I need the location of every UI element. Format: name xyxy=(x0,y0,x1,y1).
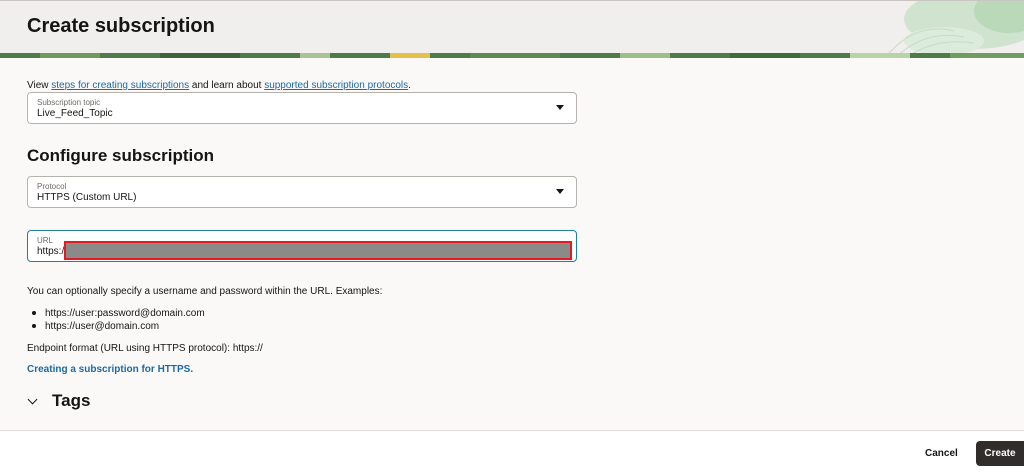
tags-heading: Tags xyxy=(52,391,91,410)
intro-suffix: . xyxy=(408,80,411,91)
example-url: https://user:password@domain.com xyxy=(45,308,205,319)
configure-subscription-heading: Configure subscription xyxy=(27,146,214,165)
creating-subscription-https-link[interactable]: Creating a subscription for HTTPS. xyxy=(27,364,193,375)
protocol-value: HTTPS (Custom URL) xyxy=(37,192,137,203)
steps-for-creating-subscriptions-link[interactable]: steps for creating subscriptions xyxy=(51,80,189,91)
bullet-icon xyxy=(32,324,36,328)
subscription-topic-select[interactable]: Subscription topic Live_Feed_Topic xyxy=(27,92,577,124)
intro-middle: and learn about xyxy=(189,80,265,91)
subscription-topic-label: Subscription topic xyxy=(37,98,101,107)
redacted-url-overlay xyxy=(64,241,572,260)
header-decoration xyxy=(884,1,1024,58)
intro-text: View steps for creating subscriptions an… xyxy=(27,80,411,91)
url-label: URL xyxy=(37,236,54,245)
example-url: https://user@domain.com xyxy=(45,321,160,332)
supported-protocols-link[interactable]: supported subscription protocols xyxy=(264,80,408,91)
url-input[interactable]: URL https:/ xyxy=(27,230,577,262)
page-title: Create subscription xyxy=(27,15,215,37)
intro-prefix: View xyxy=(27,80,52,91)
cancel-button[interactable]: Cancel xyxy=(915,441,968,466)
list-item: https://user:password@domain.com xyxy=(32,308,205,319)
protocol-label: Protocol xyxy=(37,182,67,191)
protocol-select[interactable]: Protocol HTTPS (Custom URL) xyxy=(27,176,577,208)
subscription-topic-value: Live_Feed_Topic xyxy=(37,108,113,119)
chevron-down-icon[interactable] xyxy=(556,189,564,194)
tags-section-toggle[interactable]: Tags xyxy=(27,390,90,412)
list-item: https://user@domain.com xyxy=(32,321,160,332)
optional-credentials-text: You can optionally specify a username an… xyxy=(27,286,383,297)
footer-bar: Cancel Create xyxy=(0,430,1024,473)
header-pattern-stripe xyxy=(0,53,1024,58)
chevron-down-icon[interactable] xyxy=(27,394,38,404)
bullet-icon xyxy=(32,311,36,315)
url-value[interactable]: https:/ xyxy=(37,246,64,257)
chevron-down-icon[interactable] xyxy=(556,105,564,110)
page-header: Create subscription xyxy=(0,0,1024,58)
create-button[interactable]: Create xyxy=(976,441,1024,466)
endpoint-format-text: Endpoint format (URL using HTTPS protoco… xyxy=(27,343,263,354)
